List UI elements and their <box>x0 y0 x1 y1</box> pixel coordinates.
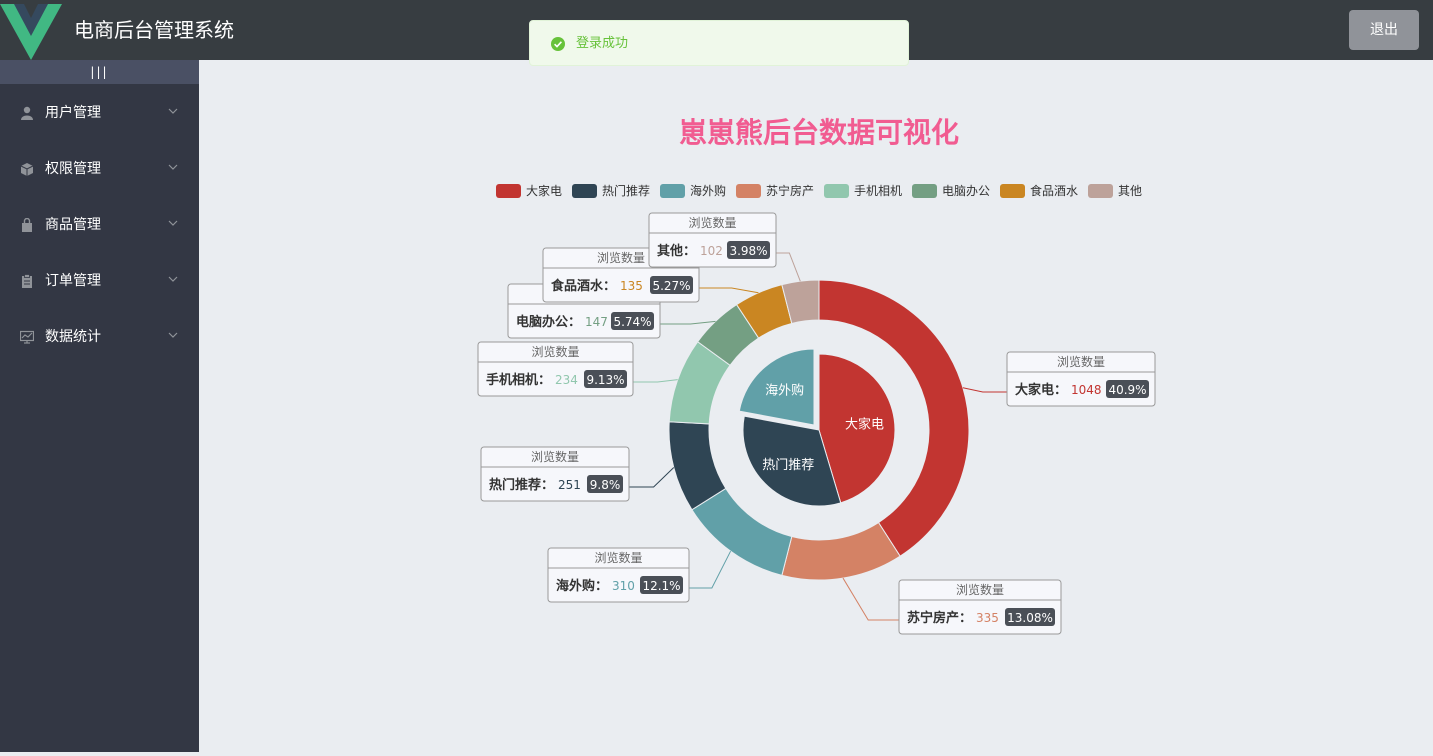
callout-percent: 12.1% <box>642 579 680 593</box>
chevron-down-icon <box>168 220 178 226</box>
inner-slice-label: 大家电 <box>845 416 884 432</box>
check-circle-icon <box>551 37 565 51</box>
callout-percent: 40.9% <box>1108 383 1146 397</box>
legend-label[interactable]: 热门推荐 <box>602 183 650 198</box>
callout-value: 310 <box>612 579 635 593</box>
legend-label[interactable]: 海外购 <box>690 183 726 198</box>
callout-percent: 5.27% <box>652 279 690 293</box>
chevron-down-icon <box>168 164 178 170</box>
sidebar-item-label: 订单管理 <box>45 273 101 289</box>
legend-swatch[interactable] <box>912 184 937 198</box>
callout-value: 234 <box>555 373 578 387</box>
callout-series-name: 浏览数量 <box>956 582 1004 597</box>
chart-title: 崽崽熊后台数据可视化 <box>679 116 959 149</box>
callout-percent: 9.8% <box>590 478 621 492</box>
vue-logo-icon <box>0 4 62 60</box>
legend-swatch[interactable] <box>824 184 849 198</box>
callout-series-name: 浏览数量 <box>1057 354 1105 369</box>
callout-value: 1048 <box>1071 383 1102 397</box>
callout-leader-line <box>660 320 716 325</box>
callout-value: 251 <box>558 478 581 492</box>
legend-label[interactable]: 大家电 <box>526 183 562 198</box>
callout-series-name: 浏览数量 <box>531 449 579 464</box>
callout-value: 135 <box>620 279 643 293</box>
callout-percent: 5.74% <box>613 315 651 329</box>
callout-category: 热门推荐： <box>489 477 554 493</box>
sidebar-item-label: 用户管理 <box>45 105 101 121</box>
legend-swatch[interactable] <box>736 184 761 198</box>
callout-leader-line <box>699 287 759 294</box>
sidebar-item-label: 商品管理 <box>45 217 101 233</box>
callout-series-name: 浏览数量 <box>597 250 645 265</box>
inner-slice-label: 海外购 <box>765 383 804 399</box>
legend-swatch[interactable] <box>572 184 597 198</box>
callout-series-name: 浏览数量 <box>594 550 642 565</box>
chart-icon <box>20 330 34 344</box>
callout-leader-line <box>689 550 732 589</box>
bag-icon <box>22 218 32 232</box>
chevron-down-icon <box>168 276 178 282</box>
sidebar-toggle-button[interactable]: ||| <box>0 60 199 84</box>
outer-ring-slice[interactable] <box>691 487 793 576</box>
sidebar-item-goods[interactable]: 商品管理 <box>0 197 199 253</box>
app-title: 电商后台管理系统 <box>74 18 234 42</box>
callout-series-name: 浏览数量 <box>531 344 579 359</box>
callout-value: 147 <box>585 315 608 329</box>
legend-label[interactable]: 手机相机 <box>854 184 902 198</box>
legend-label[interactable]: 电脑办公 <box>942 183 990 198</box>
chevron-down-icon <box>168 332 178 338</box>
sidebar-item-label: 数据统计 <box>45 329 101 345</box>
legend-label[interactable]: 其他 <box>1118 184 1142 198</box>
user-icon <box>21 106 33 120</box>
clipboard-icon <box>22 274 32 288</box>
callout-leader-line <box>962 387 1007 393</box>
chevron-down-icon <box>168 108 178 114</box>
legend-swatch[interactable] <box>1088 184 1113 198</box>
callout-percent: 13.08% <box>1007 611 1053 625</box>
legend-label[interactable]: 食品酒水 <box>1030 183 1078 198</box>
callout-category: 苏宁房产： <box>907 610 972 626</box>
callout-category: 其他： <box>657 243 696 259</box>
legend-swatch[interactable] <box>660 184 685 198</box>
callout-series-name: 浏览数量 <box>688 215 736 230</box>
legend-label[interactable]: 苏宁房产 <box>766 183 814 198</box>
sidebar-item-orders[interactable]: 订单管理 <box>0 253 199 309</box>
sidebar-item-reports[interactable]: 数据统计 <box>0 309 199 365</box>
sidebar-item-users[interactable]: 用户管理 <box>0 85 199 141</box>
sidebar: ||| 用户管理 权限管理 商品管理 订单管理 数据统计 <box>0 60 199 752</box>
callout-value: 102 <box>700 244 723 258</box>
sidebar-item-label: 权限管理 <box>45 161 101 177</box>
sidebar-item-rights[interactable]: 权限管理 <box>0 141 199 197</box>
legend-swatch[interactable] <box>496 184 521 198</box>
outer-ring-slice[interactable] <box>781 521 901 581</box>
callout-category: 手机相机： <box>486 372 551 388</box>
inner-slice-label: 热门推荐 <box>762 458 814 473</box>
callout-percent: 3.98% <box>729 244 767 258</box>
callout-leader-line <box>633 379 678 383</box>
pie-chart: 崽崽熊后台数据可视化 大家电 热门推荐 海外购 苏宁房产 手机相机 电脑办公 食品酒水 其他 … <box>477 116 1156 635</box>
callout-value: 335 <box>976 611 999 625</box>
box-icon <box>20 163 34 176</box>
legend-swatch[interactable] <box>1000 184 1025 198</box>
logout-button[interactable]: 退出 <box>1349 10 1419 50</box>
callout-category: 食品酒水： <box>551 278 616 294</box>
callout-leader-line <box>842 577 899 621</box>
callout-leader-line <box>629 467 675 488</box>
callout-category: 海外购： <box>556 578 608 594</box>
main-content: 崽崽熊后台数据可视化 大家电 热门推荐 海外购 苏宁房产 手机相机 电脑办公 食品酒水 其他 … <box>199 60 1433 752</box>
callout-percent: 9.13% <box>586 373 624 387</box>
toast-message: 登录成功 <box>576 36 629 51</box>
callout-category: 大家电： <box>1015 382 1067 398</box>
callout-leader-line <box>776 252 801 282</box>
callout-category: 电脑办公： <box>516 314 581 330</box>
